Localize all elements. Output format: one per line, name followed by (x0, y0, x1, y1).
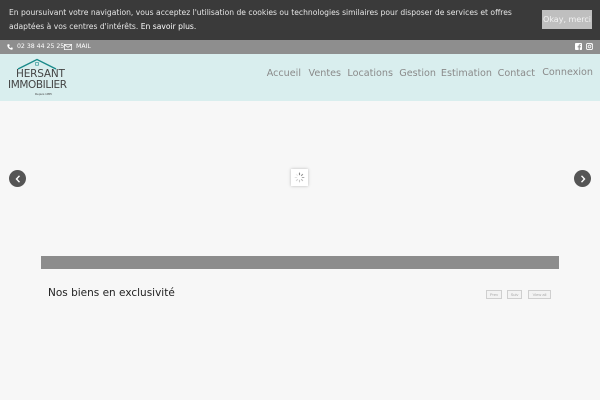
mail-label: MAIL (76, 43, 91, 50)
slider-prev-button[interactable] (9, 170, 26, 187)
loading-spinner (291, 169, 308, 186)
listing-prev-button[interactable]: Prev (486, 290, 502, 299)
site-logo[interactable]: HERSANT IMMOBILIER Depuis 1955 (7, 58, 77, 98)
logo-since: Depuis 1955 (35, 92, 52, 96)
nav-locations[interactable]: Locations (347, 68, 393, 79)
logo-text-immobilier: IMMOBILIER (8, 79, 67, 91)
search-bar-placeholder (41, 256, 559, 269)
view-all-button[interactable]: View all (528, 290, 551, 299)
chevron-right-icon (580, 174, 585, 183)
cookie-accept-button[interactable]: Okay, merci (542, 10, 592, 29)
hero-slider (0, 101, 600, 256)
nav-gestion[interactable]: Gestion (399, 68, 436, 79)
chevron-left-icon (15, 174, 20, 183)
nav-ventes[interactable]: Ventes (309, 68, 341, 79)
spinner-icon (294, 172, 305, 183)
envelope-icon (64, 43, 72, 50)
contact-bar: 02 38 44 25 25 MAIL (0, 40, 600, 54)
cookie-more-link[interactable]: En savoir plus. (141, 22, 197, 31)
phone-icon (7, 43, 13, 50)
cookie-message: En poursuivant votre navigation, vous ac… (9, 6, 534, 33)
section-title: Nos biens en exclusivité (48, 287, 175, 299)
slider-next-button[interactable] (574, 170, 591, 187)
mail-link[interactable]: MAIL (64, 43, 91, 50)
nav-estimation[interactable]: Estimation (441, 68, 492, 79)
phone-number: 02 38 44 25 25 (17, 43, 65, 50)
cookie-message-text: En poursuivant votre navigation, vous ac… (9, 8, 512, 31)
instagram-icon[interactable] (586, 43, 593, 50)
cookie-banner: En poursuivant votre navigation, vous ac… (0, 0, 600, 40)
site-header: HERSANT IMMOBILIER Depuis 1955 Accueil V… (0, 54, 600, 101)
nav-contact[interactable]: Contact (498, 68, 535, 79)
facebook-icon[interactable] (575, 43, 582, 50)
nav-connexion[interactable]: Connexion (542, 67, 593, 78)
nav-accueil[interactable]: Accueil (267, 68, 301, 79)
phone-link[interactable]: 02 38 44 25 25 (7, 43, 64, 50)
social-links (575, 43, 593, 50)
listing-next-button[interactable]: Suiv (507, 290, 522, 299)
